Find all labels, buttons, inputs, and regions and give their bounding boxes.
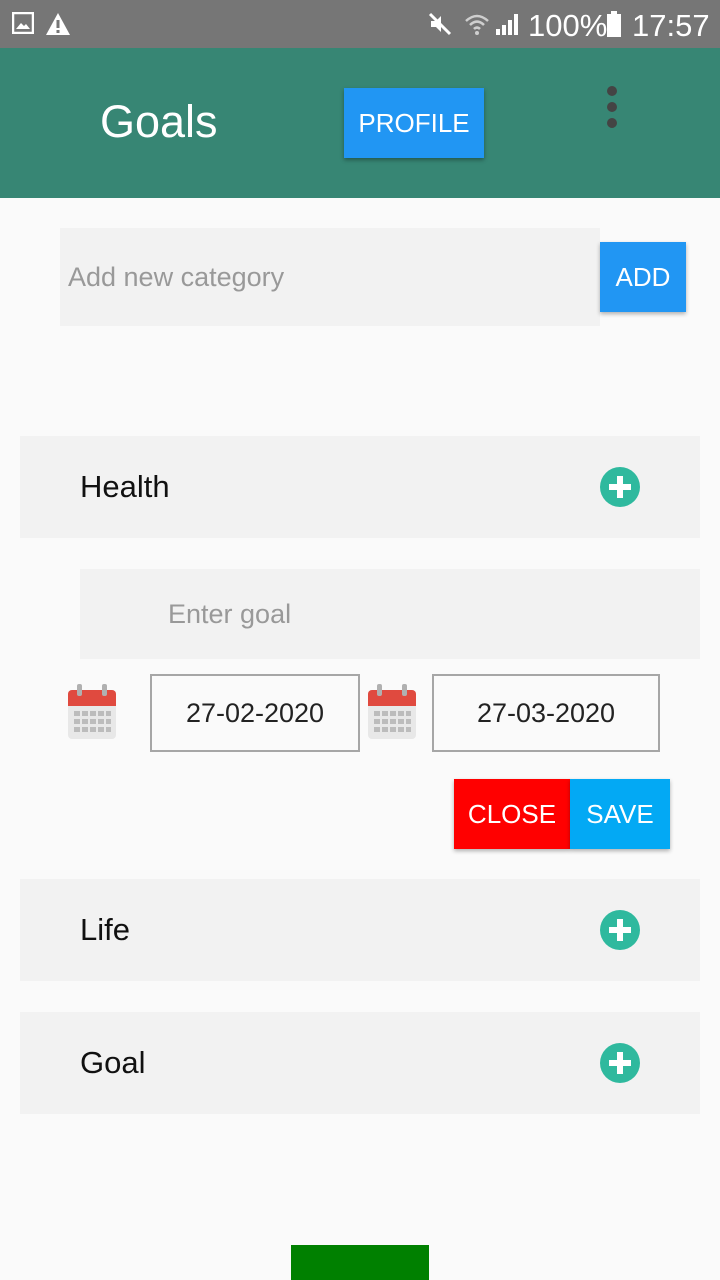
category-label: Health xyxy=(80,469,170,504)
add-goal-plus-icon[interactable] xyxy=(600,1043,640,1083)
end-date-field[interactable]: 27-03-2020 xyxy=(432,674,660,752)
image-icon xyxy=(12,12,34,34)
wifi-icon xyxy=(465,14,489,35)
clock: 17:57 xyxy=(632,8,710,43)
close-button[interactable]: CLOSE xyxy=(454,779,570,849)
add-category-button[interactable]: ADD xyxy=(600,242,686,312)
overflow-menu-icon[interactable] xyxy=(600,86,624,130)
category-row-health[interactable]: Health xyxy=(20,436,700,538)
status-bar: 100% 17:57 xyxy=(0,0,720,48)
logout-button[interactable]: LOGOUT xyxy=(291,1245,429,1280)
start-date-field[interactable]: 27-02-2020 xyxy=(150,674,360,752)
goals-screen: 100% 17:57 Goals PROFILE ADD Health xyxy=(0,0,720,1280)
battery-percent: 100% xyxy=(528,8,608,43)
category-label: Goal xyxy=(80,1045,146,1080)
category-label: Life xyxy=(80,912,130,947)
category-row-life[interactable]: Life xyxy=(20,879,700,981)
profile-button[interactable]: PROFILE xyxy=(344,88,484,158)
mute-icon xyxy=(428,12,452,36)
goal-input[interactable] xyxy=(80,569,700,659)
category-row-goal[interactable]: Goal xyxy=(20,1012,700,1114)
battery-icon xyxy=(607,11,621,37)
add-goal-plus-icon[interactable] xyxy=(600,910,640,950)
app-bar: Goals PROFILE xyxy=(0,48,720,198)
page-title: Goals xyxy=(100,96,218,147)
add-goal-plus-icon[interactable] xyxy=(600,467,640,507)
warning-icon xyxy=(46,13,70,35)
signal-icon xyxy=(496,14,518,35)
save-button[interactable]: SAVE xyxy=(570,779,670,849)
calendar-icon[interactable] xyxy=(67,684,117,740)
new-category-input[interactable] xyxy=(60,228,600,326)
calendar-icon[interactable] xyxy=(367,684,417,740)
